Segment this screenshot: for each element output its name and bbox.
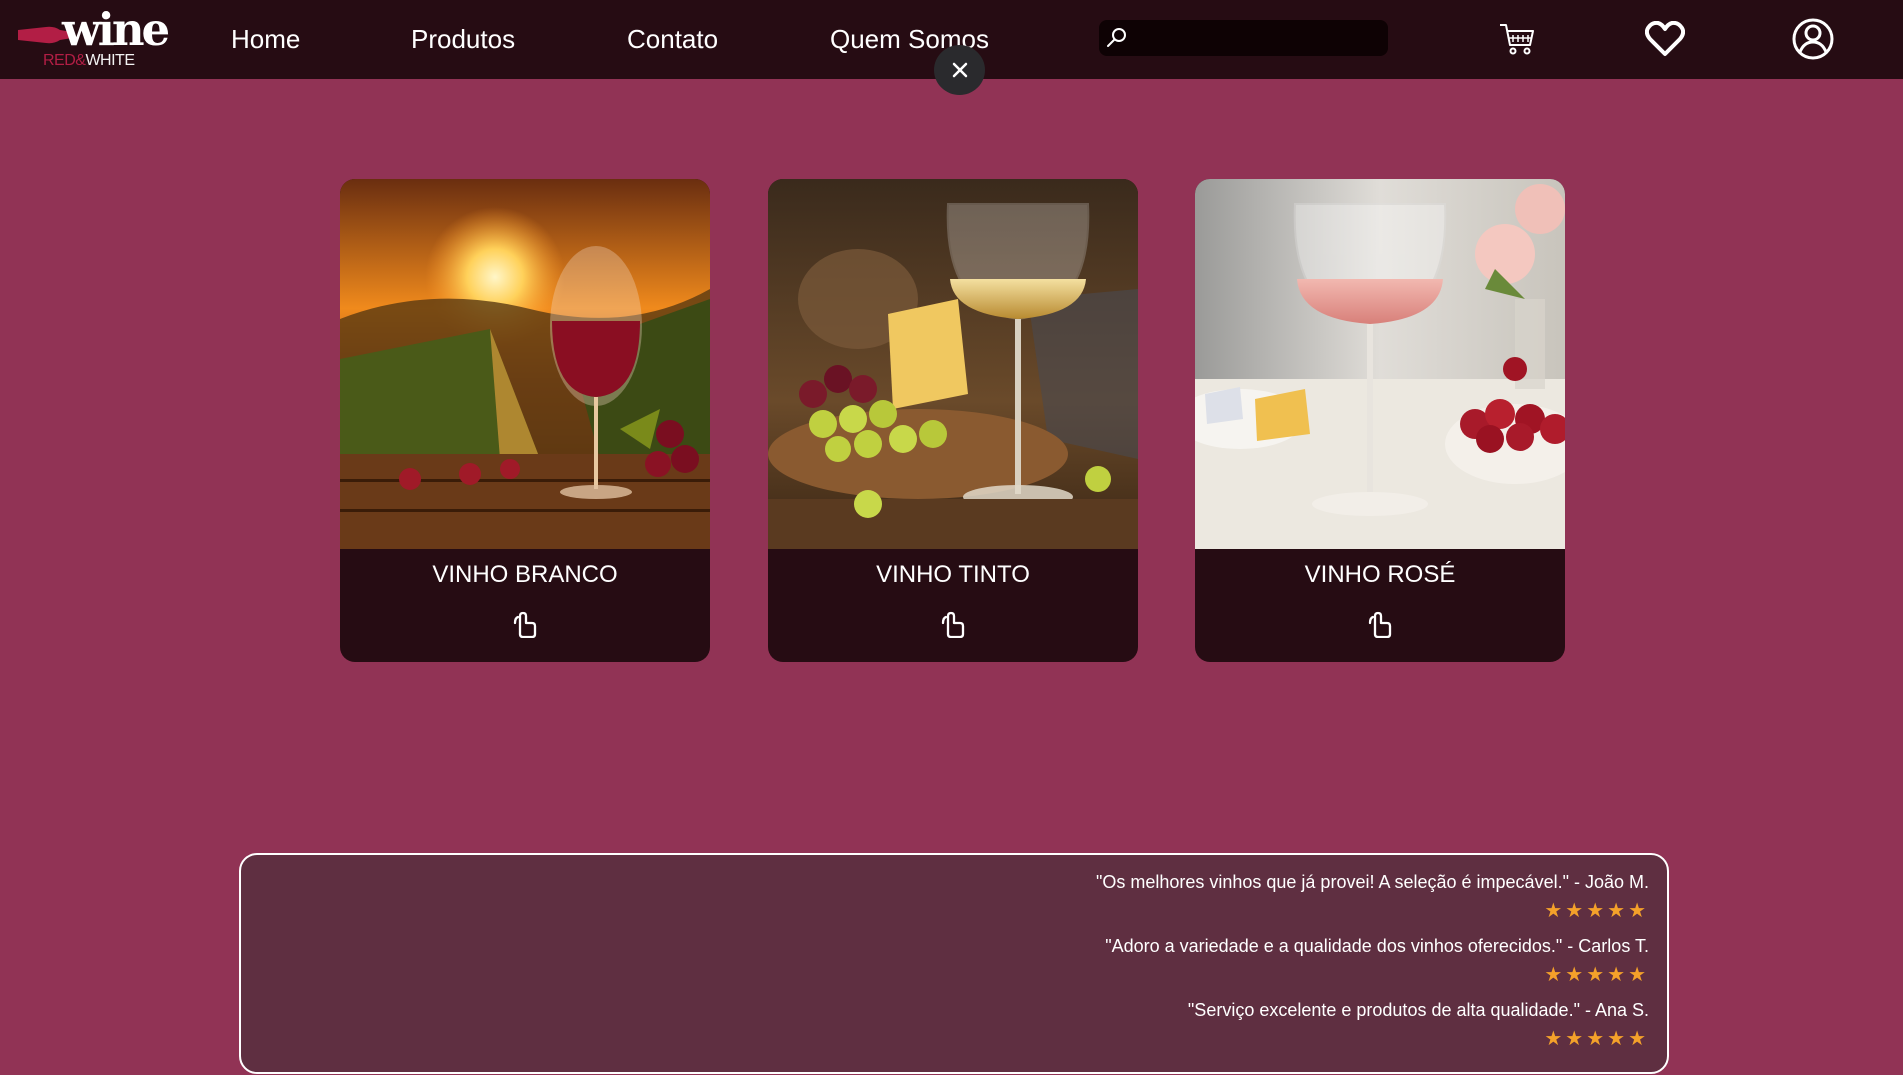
review-quote: "Serviço excelente e produtos de alta qu… <box>1187 1000 1649 1020</box>
nav-produtos[interactable]: Produtos <box>411 21 515 57</box>
white-wine-cheese-image <box>768 179 1138 549</box>
review-quote: "Adoro a variedade e a qualidade dos vin… <box>1105 936 1649 956</box>
review-item: "Os melhores vinhos que já provei! A sel… <box>269 871 1649 921</box>
review-item: "Adoro a variedade e a qualidade dos vin… <box>269 935 1649 985</box>
card-title: VINHO BRANCO <box>432 561 618 588</box>
star-rating: ★★★★★ <box>1544 962 1649 986</box>
review-item: "Serviço excelente e produtos de alta qu… <box>269 999 1649 1049</box>
search-icon[interactable] <box>1105 26 1129 50</box>
heart-icon[interactable] <box>1645 21 1685 57</box>
nav-home[interactable]: Home <box>231 21 300 57</box>
nav-contato[interactable]: Contato <box>627 21 718 57</box>
card-title: VINHO ROSÉ <box>1304 561 1456 588</box>
product-card-vinho-tinto[interactable]: VINHO TINTO <box>768 179 1138 662</box>
card-title: VINHO TINTO <box>876 561 1030 588</box>
star-rating: ★★★★★ <box>1544 1026 1649 1050</box>
tap-icon[interactable] <box>940 610 966 638</box>
rose-wine-table-image <box>1195 179 1565 549</box>
star-rating: ★★★★★ <box>1544 898 1649 922</box>
close-button[interactable] <box>934 45 985 95</box>
review-quote: "Os melhores vinhos que já provei! A sel… <box>1095 872 1649 892</box>
close-icon <box>952 62 967 78</box>
logo-word: wine <box>62 3 170 56</box>
user-icon[interactable] <box>1792 18 1834 60</box>
brand-logo[interactable]: wine RED&WHITE <box>16 4 170 72</box>
search-bar[interactable] <box>1099 20 1388 56</box>
tap-icon[interactable] <box>1367 610 1393 638</box>
vineyard-sunset-wine-image <box>340 179 710 549</box>
product-card-vinho-branco[interactable]: VINHO BRANCO <box>340 179 710 662</box>
product-card-vinho-rose[interactable]: VINHO ROSÉ <box>1195 179 1565 662</box>
logo-subtitle: RED&WHITE <box>43 52 135 69</box>
reviews-panel: "Os melhores vinhos que já provei! A sel… <box>239 853 1669 1074</box>
tap-icon[interactable] <box>512 610 538 638</box>
search-input[interactable] <box>1135 24 1383 54</box>
cart-icon[interactable] <box>1498 21 1536 57</box>
